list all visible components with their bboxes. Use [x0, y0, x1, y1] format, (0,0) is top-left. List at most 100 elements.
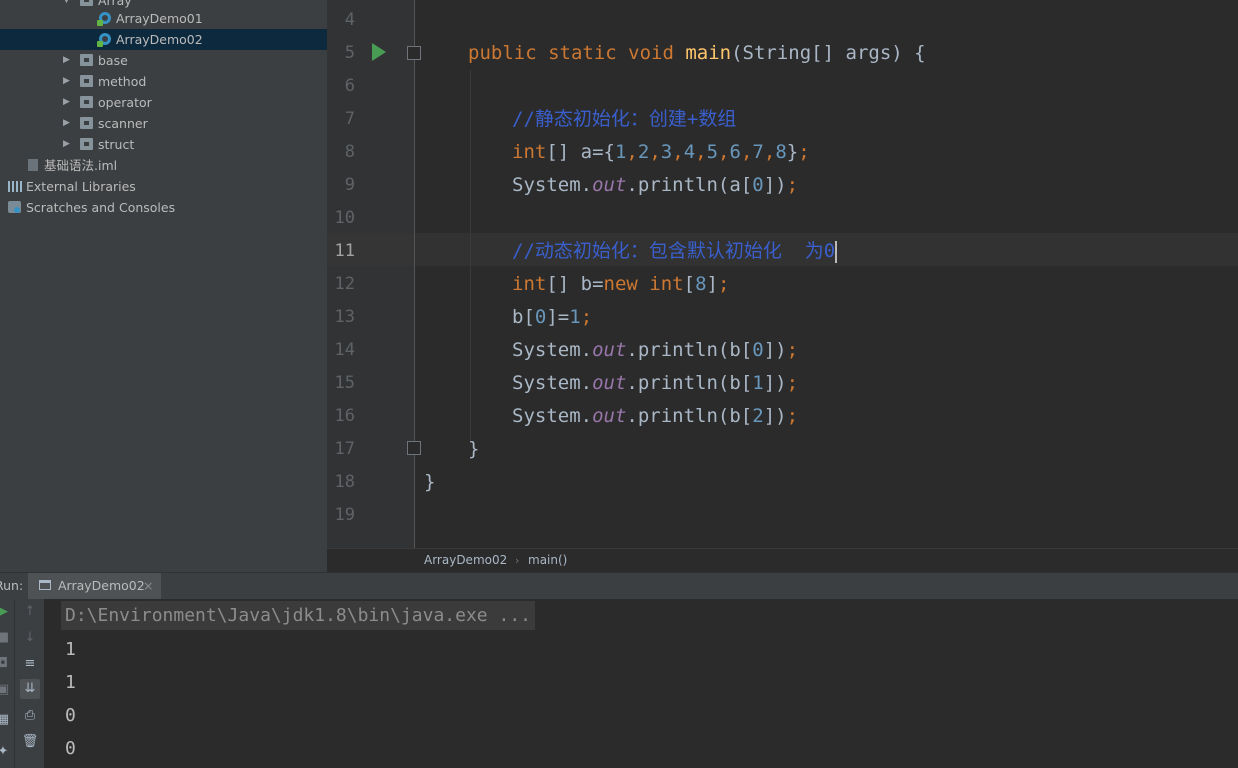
code-line-7[interactable]: //静态初始化：创建+数组: [512, 103, 736, 136]
arrow-up-icon[interactable]: ↑: [20, 602, 40, 622]
code-token: 0: [752, 339, 764, 361]
gutter-divider: [414, 0, 415, 548]
breadcrumb-class[interactable]: ArrayDemo02: [424, 549, 507, 572]
console-output-line: 1: [65, 672, 76, 693]
rerun-icon[interactable]: ▶: [0, 602, 13, 622]
code-token: .println(b[: [626, 405, 753, 427]
soft-wrap-icon[interactable]: ≡: [20, 654, 40, 674]
line-number: 16: [334, 406, 355, 426]
tree-item-scratches[interactable]: Scratches and Consoles: [0, 197, 327, 218]
code-line-8[interactable]: int[] a={1,2,3,4,5,6,7,8};: [512, 136, 810, 169]
code-line-17[interactable]: }: [468, 433, 479, 466]
console-output-line: 0: [65, 738, 76, 759]
line-number: 8: [344, 142, 355, 162]
tree-item-label: operator: [98, 95, 152, 110]
code-line-15[interactable]: System.out.println(b[1]);: [512, 367, 798, 400]
code-token: System.: [512, 405, 593, 427]
code-token: ,: [649, 141, 661, 163]
tree-item-arraydemo01[interactable]: ArrayDemo01: [0, 8, 327, 29]
code-line-18[interactable]: }: [424, 466, 435, 499]
settings-icon[interactable]: ▦: [0, 710, 13, 730]
chevron-right-icon[interactable]: ▶: [63, 113, 70, 134]
code-token: System.: [512, 174, 593, 196]
folder-icon: [80, 96, 93, 108]
line-number: 12: [334, 274, 355, 294]
code-token: .println(b[: [626, 372, 753, 394]
tree-item-external-libraries[interactable]: External Libraries: [0, 176, 327, 197]
code-token: System.: [512, 339, 593, 361]
code-token: public static void: [468, 42, 686, 64]
code-token: .println(a[: [626, 174, 753, 196]
code-token: ;: [786, 339, 799, 361]
code-token: 0: [534, 306, 547, 328]
stop-icon[interactable]: ■: [0, 628, 13, 648]
restore-layout-icon[interactable]: ▣: [0, 680, 13, 700]
code-token: ,: [695, 141, 707, 163]
code-line-5[interactable]: public static void main(String[] args) {: [468, 37, 926, 70]
code-line-9[interactable]: System.out.println(a[0]);: [512, 169, 798, 202]
tree-item-label: ArrayDemo02: [116, 32, 203, 47]
print-icon[interactable]: ⎙: [20, 706, 40, 726]
code-token: out: [592, 372, 627, 394]
chevron-right-icon[interactable]: ▶: [63, 71, 70, 92]
code-token: out: [592, 405, 627, 427]
tree-item-struct[interactable]: ▶ struct: [0, 134, 327, 155]
close-icon[interactable]: ×: [143, 573, 153, 599]
folder-icon: [80, 54, 93, 66]
tree-item-label: External Libraries: [26, 179, 136, 194]
code-line-12[interactable]: int[] b=new int[8];: [512, 268, 729, 301]
code-line-14[interactable]: System.out.println(b[0]);: [512, 334, 798, 367]
tree-item-base[interactable]: ▶ base: [0, 50, 327, 71]
chevron-right-icon[interactable]: ▶: [63, 50, 70, 71]
code-editor[interactable]: 4 5 6 7 8 9 10 11 12 13 14 15 16 17 18 1…: [327, 0, 1238, 548]
line-number-current: 11: [334, 241, 355, 261]
code-token: [] a={: [546, 141, 615, 163]
tree-item-label: ArrayDemo01: [116, 11, 203, 26]
run-toolbar: ▶ ■ ◘ ▣ ▦ ✦ ↑ ↓ ≡ ⇊ ⎙ 🗑: [0, 599, 44, 768]
tree-item-operator[interactable]: ▶ operator: [0, 92, 327, 113]
line-number: 18: [334, 472, 355, 492]
code-token: ;: [580, 306, 593, 328]
chevron-right-icon[interactable]: ▶: [63, 92, 70, 113]
console-output[interactable]: D:\Environment\Java\jdk1.8\bin\java.exe …: [44, 599, 1238, 768]
code-line-13[interactable]: b[0]=1;: [512, 301, 592, 334]
tree-item-scanner[interactable]: ▶ scanner: [0, 113, 327, 134]
code-token: 3: [660, 141, 673, 163]
code-token: 5: [706, 141, 719, 163]
code-token: [] b=: [546, 273, 604, 295]
tree-item-arraydemo02[interactable]: ArrayDemo02: [0, 29, 327, 50]
code-line-11[interactable]: //动态初始化：包含默认初始化 为0: [512, 235, 838, 268]
code-token: ]: [706, 273, 718, 295]
fold-icon[interactable]: [407, 441, 421, 455]
toolbar-divider: [14, 599, 15, 768]
scratches-icon: [8, 201, 21, 213]
code-line-16[interactable]: System.out.println(b[2]);: [512, 400, 798, 433]
trash-icon[interactable]: 🗑: [20, 732, 40, 752]
folder-icon: [80, 0, 93, 6]
scroll-to-end-icon[interactable]: ⇊: [20, 679, 40, 699]
code-token: .println(b[: [626, 339, 753, 361]
console-command-line[interactable]: D:\Environment\Java\jdk1.8\bin\java.exe …: [61, 601, 535, 630]
code-token: ]): [763, 405, 787, 427]
code-token: 2: [637, 141, 650, 163]
camera-icon[interactable]: ◘: [0, 654, 13, 674]
indent-guide: [470, 70, 471, 440]
run-gutter-icon[interactable]: [372, 43, 386, 61]
line-number: 9: [344, 175, 355, 195]
code-token: ]=: [546, 306, 570, 328]
pin-icon[interactable]: ✦: [0, 742, 13, 762]
tree-item-iml-file[interactable]: 基础语法.iml: [0, 155, 327, 176]
fold-icon[interactable]: [407, 46, 421, 60]
code-token: new int: [603, 273, 684, 295]
tree-item-method[interactable]: ▶ method: [0, 71, 327, 92]
breadcrumb-method[interactable]: main(): [528, 549, 567, 572]
console-output-line: 1: [65, 639, 76, 660]
run-tab[interactable]: ArrayDemo02 ×: [28, 573, 161, 599]
code-token: 1: [614, 141, 627, 163]
code-comment: //静态初始化：创建+数组: [512, 108, 737, 130]
code-token: 4: [683, 141, 696, 163]
arrow-down-icon[interactable]: ↓: [20, 628, 40, 648]
code-token: 6: [729, 141, 741, 163]
line-number: 6: [344, 76, 355, 96]
chevron-right-icon[interactable]: ▶: [63, 134, 70, 155]
